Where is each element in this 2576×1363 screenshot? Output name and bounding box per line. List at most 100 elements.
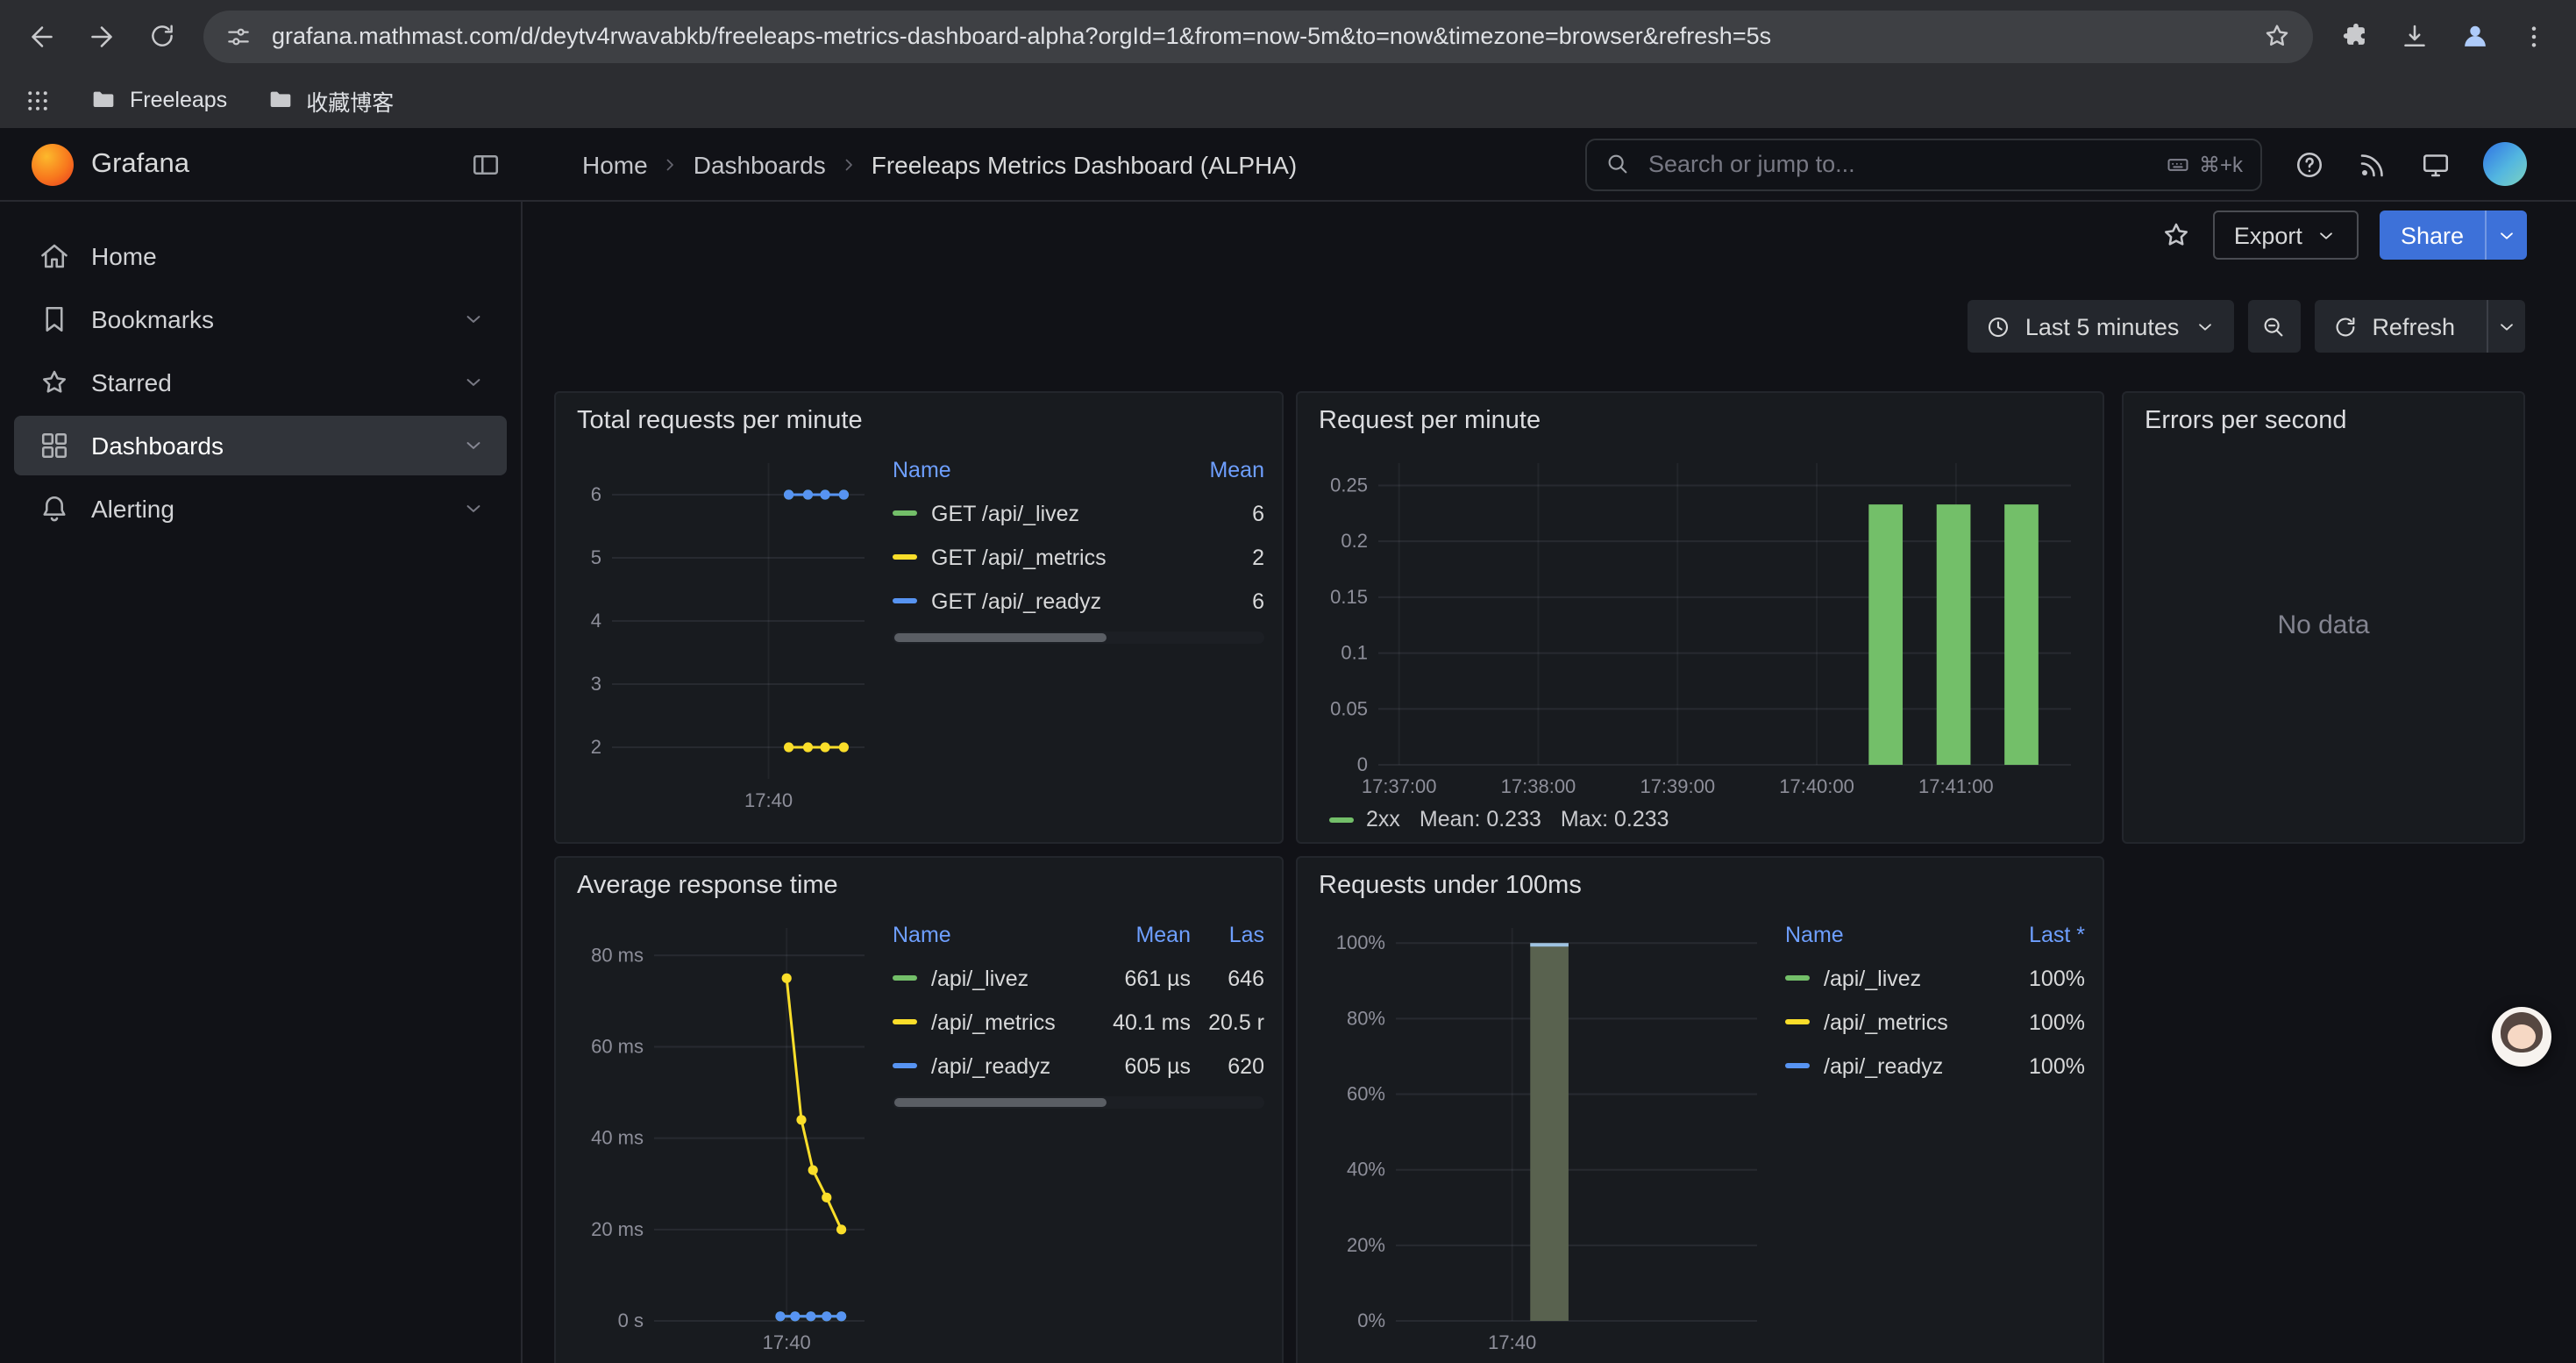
sidebar-item-home[interactable]: Home	[14, 226, 507, 286]
profile-button[interactable]	[2446, 8, 2502, 64]
panel-title[interactable]: Requests under 100ms	[1319, 872, 2085, 900]
bookmark-folder-blogs[interactable]: 收藏博客	[266, 83, 394, 117]
share-caret-button[interactable]	[2485, 211, 2527, 260]
dashboard-subheader: Export Share	[523, 202, 2576, 268]
share-label[interactable]: Share	[2380, 211, 2485, 260]
favorite-star-button[interactable]	[2160, 219, 2192, 251]
extensions-button[interactable]	[2327, 8, 2383, 64]
legend-col-name[interactable]: Name	[1785, 923, 1987, 947]
chevron-down-icon[interactable]	[461, 307, 486, 332]
sidebar-item-label: Starred	[91, 368, 172, 396]
series-label[interactable]: /api/_metrics	[931, 1010, 1078, 1034]
zoom-out-button[interactable]	[2247, 300, 2300, 353]
dock-menu-button[interactable]	[470, 148, 502, 180]
legend-table: Name Mean Las /api/_livez 661 µs 646	[893, 914, 1264, 1356]
breadcrumb-dashboards[interactable]: Dashboards	[694, 150, 826, 178]
legend-row: /api/_livez 661 µs 646	[893, 956, 1264, 1000]
chevron-down-icon	[2495, 315, 2518, 338]
legend-col-mean[interactable]: Mean	[1163, 458, 1264, 482]
user-avatar[interactable]	[2483, 142, 2527, 186]
site-settings-icon[interactable]	[224, 22, 253, 50]
omnibox[interactable]	[203, 10, 2313, 62]
series-label[interactable]: /api/_readyz	[1824, 1053, 1987, 1078]
series-color-dash	[1785, 1019, 1810, 1024]
bookmark-star-icon[interactable]	[2262, 21, 2292, 51]
folder-icon	[89, 86, 117, 114]
downloads-button[interactable]	[2387, 8, 2443, 64]
share-button[interactable]: Share	[2380, 211, 2527, 260]
legend-row: /api/_metrics 40.1 ms 20.5 r	[893, 1000, 1264, 1044]
series-color-dash	[1785, 1063, 1810, 1068]
legend-row: /api/_metrics 100%	[1785, 1000, 2085, 1044]
legend-table: Name Last * /api/_livez 100% /api/_metri…	[1785, 914, 2085, 1356]
legend-col-last[interactable]: Las	[1191, 923, 1264, 947]
legend-col-name[interactable]: Name	[893, 923, 1078, 947]
series-label[interactable]: GET /api/_livez	[931, 501, 1163, 525]
legend-scrollbar[interactable]	[893, 1096, 1264, 1109]
chevron-down-icon[interactable]	[461, 370, 486, 395]
rss-icon[interactable]	[2357, 148, 2388, 180]
panel-title[interactable]: Total requests per minute	[577, 407, 1264, 435]
panel-title[interactable]: Request per minute	[1319, 407, 2085, 435]
series-label[interactable]: /api/_livez	[1824, 966, 1987, 990]
floating-assistant-avatar[interactable]	[2492, 1007, 2551, 1067]
forward-button[interactable]	[74, 8, 130, 64]
legend-col-mean[interactable]: Mean	[1078, 923, 1191, 947]
refresh-main[interactable]: Refresh	[2314, 300, 2473, 353]
bookmark-folder-freeleaps[interactable]: Freeleaps	[89, 86, 227, 114]
series-last: 100%	[1987, 1053, 2085, 1078]
search-input[interactable]	[1645, 149, 2152, 179]
help-icon[interactable]	[2294, 148, 2325, 180]
series-label[interactable]: GET /api/_readyz	[931, 589, 1163, 613]
series-label[interactable]: /api/_readyz	[931, 1053, 1078, 1078]
svg-text:80%: 80%	[1347, 1007, 1385, 1029]
header-main: Home Dashboards Freeleaps Metrics Dashbo…	[523, 128, 2576, 200]
legend-scrollbar[interactable]	[893, 632, 1264, 644]
grafana-body: Home Bookmarks Starred Dashboards	[0, 202, 2576, 1363]
sidebar-item-label: Home	[91, 242, 157, 270]
refresh-icon	[2331, 313, 2358, 339]
sidebar-item-dashboards[interactable]: Dashboards	[14, 416, 507, 475]
panel-title[interactable]: Average response time	[577, 872, 1264, 900]
legend-inline: 2xx Mean: 0.233 Max: 0.233	[1315, 807, 2085, 831]
refresh-interval-caret[interactable]	[2487, 300, 2525, 353]
svg-text:17:38:00: 17:38:00	[1501, 775, 1576, 797]
export-button[interactable]: Export	[2213, 211, 2359, 260]
series-label[interactable]: 2xx	[1366, 807, 1400, 831]
svg-text:0: 0	[1357, 753, 1368, 775]
avatar-art	[2508, 1024, 2536, 1049]
chevron-down-icon[interactable]	[461, 433, 486, 458]
monitor-icon[interactable]	[2420, 148, 2451, 180]
reload-button[interactable]	[133, 8, 189, 64]
grafana-logo[interactable]	[32, 143, 74, 185]
legend-col-last[interactable]: Last *	[1987, 923, 2085, 947]
breadcrumb-home[interactable]: Home	[582, 150, 648, 178]
request-per-minute-chart: 00.050.10.150.20.2517:37:0017:38:0017:39…	[1315, 449, 2081, 800]
search-box[interactable]: ⌘+k	[1585, 138, 2262, 190]
series-color-dash	[893, 510, 917, 516]
time-range-button[interactable]: Last 5 minutes	[1968, 300, 2234, 353]
series-mean: 6	[1163, 589, 1264, 613]
apps-grid-icon[interactable]	[25, 87, 51, 113]
series-label[interactable]: /api/_livez	[931, 966, 1078, 990]
panel-request-per-minute: Request per minute 00.050.10.150.20.2517…	[1296, 391, 2104, 844]
sidebar-item-starred[interactable]: Starred	[14, 353, 507, 412]
url-input[interactable]	[268, 21, 2246, 51]
refresh-button[interactable]: Refresh	[2314, 300, 2525, 353]
svg-text:17:40: 17:40	[763, 1331, 811, 1353]
scrollbar-thumb[interactable]	[894, 633, 1107, 642]
sidebar-item-alerting[interactable]: Alerting	[14, 479, 507, 539]
scrollbar-thumb[interactable]	[894, 1098, 1107, 1107]
sidebar-item-bookmarks[interactable]: Bookmarks	[14, 289, 507, 349]
chevron-down-icon[interactable]	[461, 496, 486, 521]
svg-text:20 ms: 20 ms	[591, 1218, 644, 1240]
svg-text:0.1: 0.1	[1341, 642, 1368, 664]
legend-col-name[interactable]: Name	[893, 458, 1163, 482]
panel-title[interactable]: Errors per second	[2145, 407, 2506, 435]
svg-text:0 s: 0 s	[618, 1309, 644, 1331]
browser-menu-button[interactable]	[2506, 8, 2562, 64]
export-label: Export	[2234, 222, 2302, 248]
series-label[interactable]: GET /api/_metrics	[931, 545, 1163, 569]
series-label[interactable]: /api/_metrics	[1824, 1010, 1987, 1034]
back-button[interactable]	[14, 8, 70, 64]
